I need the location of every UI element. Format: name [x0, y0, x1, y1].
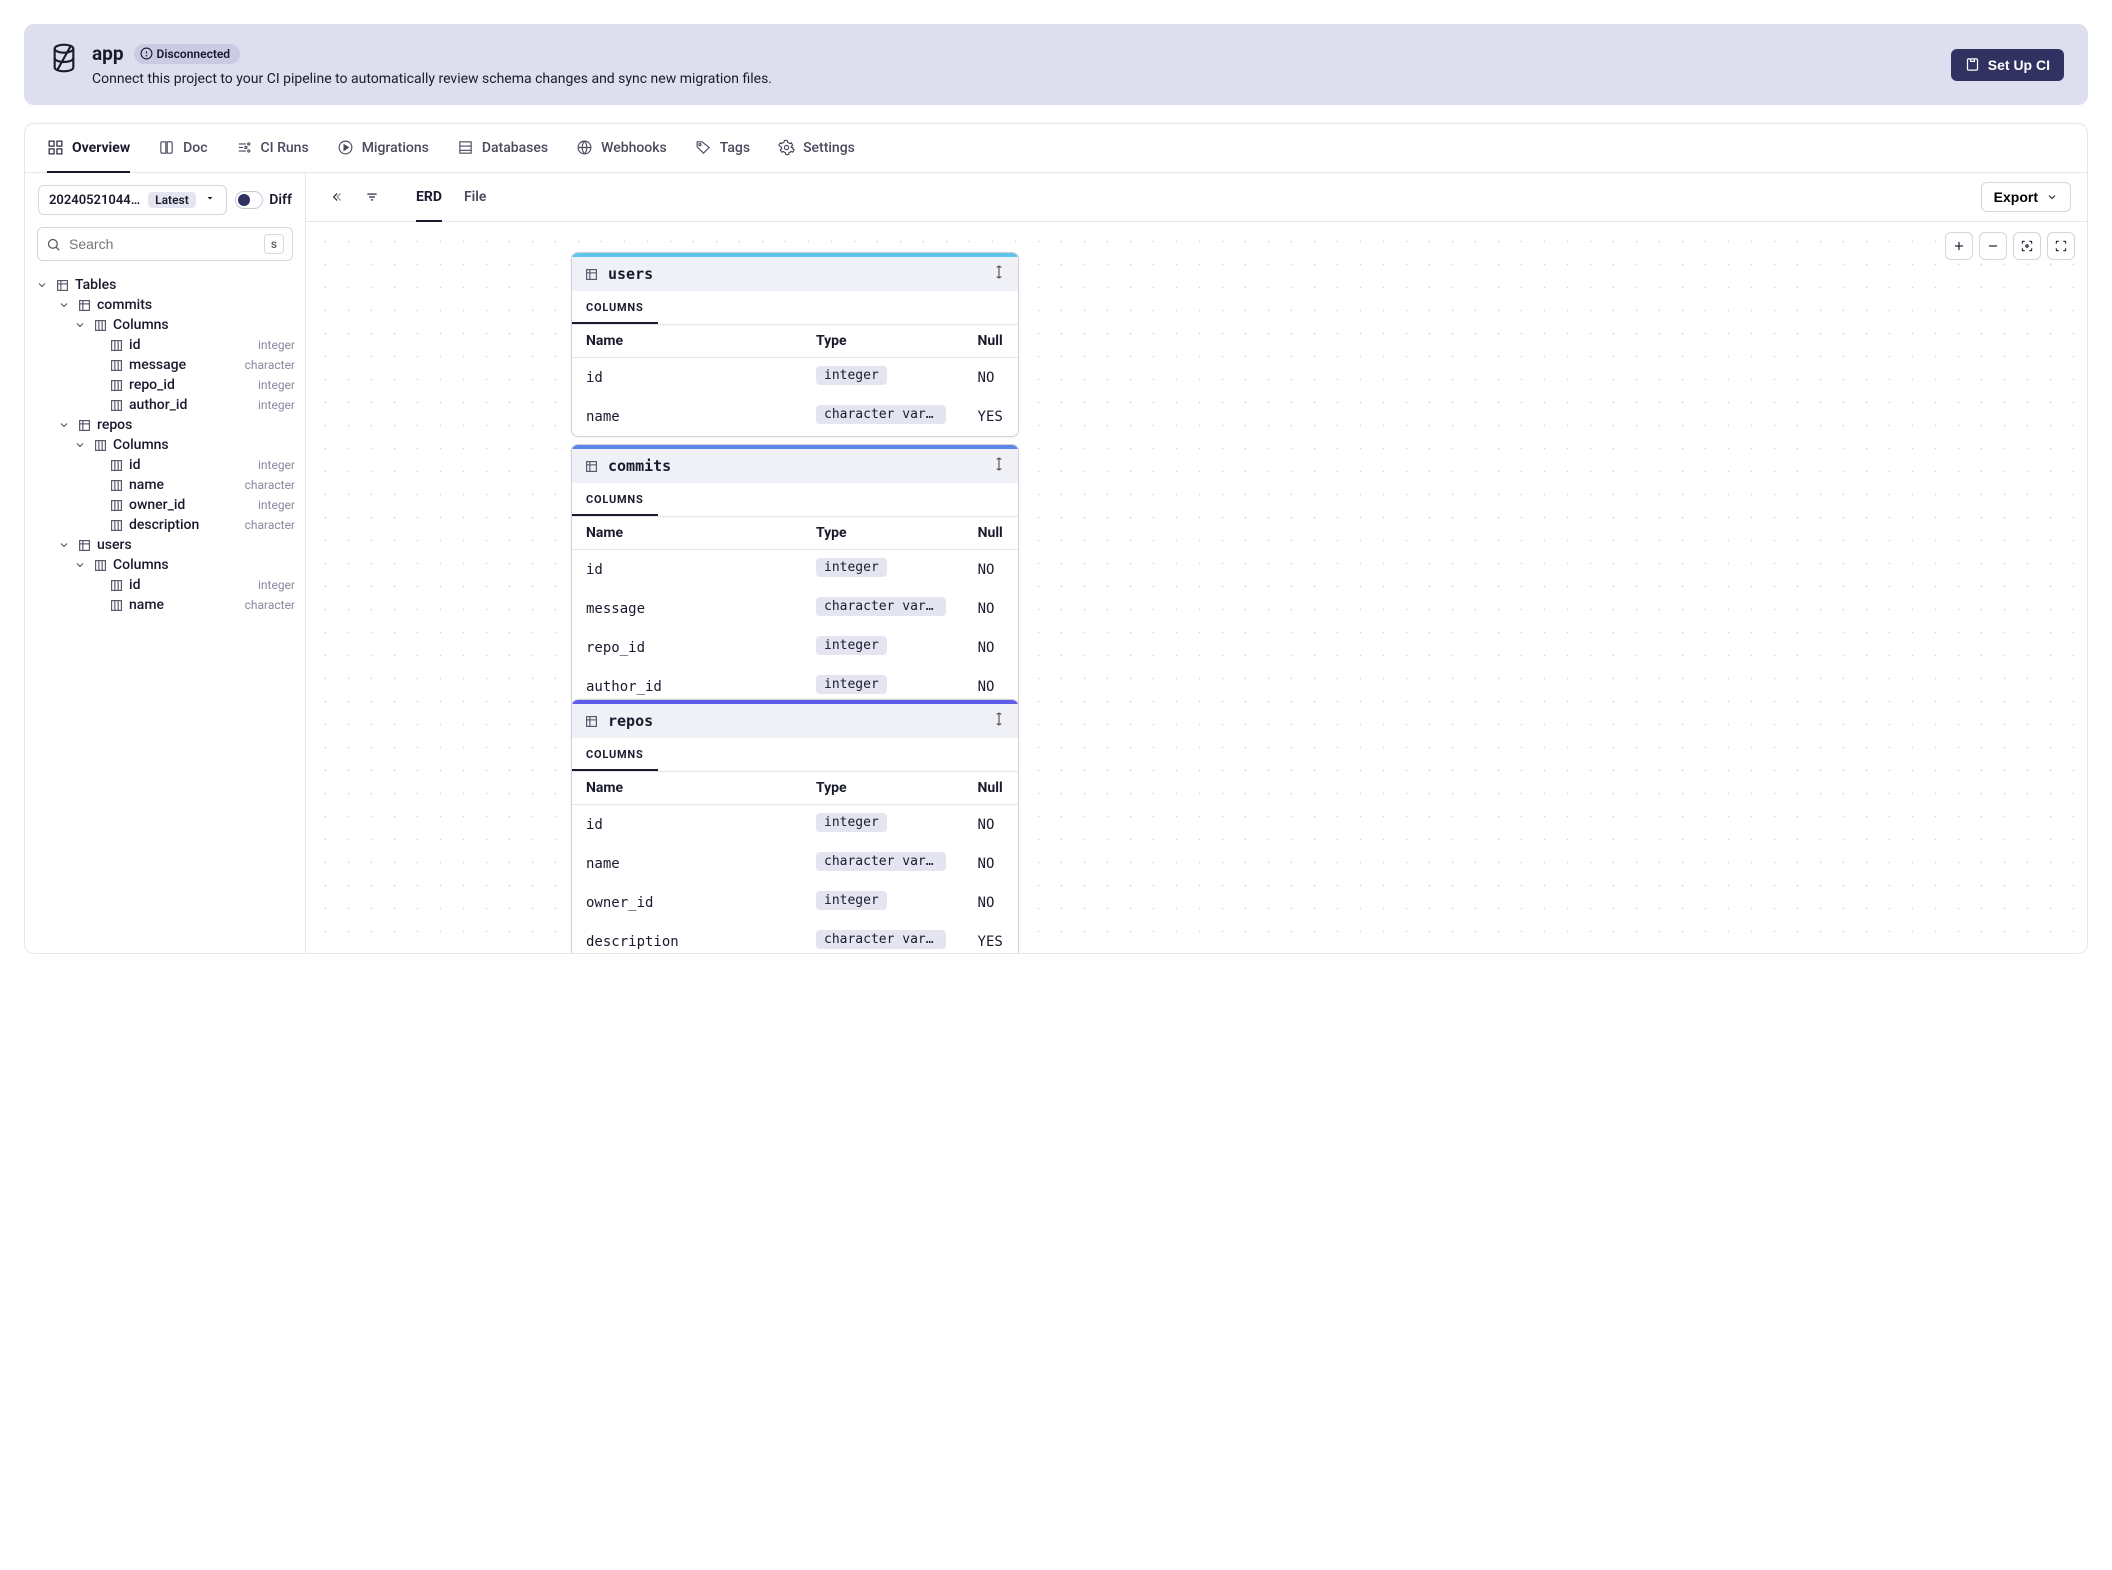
- table-icon: [584, 267, 598, 281]
- search-input[interactable]: s: [37, 227, 293, 261]
- tree-columns-commits[interactable]: Columns: [35, 315, 295, 335]
- tree-table-repos[interactable]: repos: [35, 415, 295, 435]
- ci-banner: app Disconnected Connect this project to…: [24, 24, 2088, 105]
- tree-column[interactable]: messagecharacter: [35, 355, 295, 375]
- table-row[interactable]: repo_idintegerNO: [572, 628, 1018, 667]
- tree-columns-repos[interactable]: Columns: [35, 435, 295, 455]
- table-icon: [584, 459, 598, 473]
- columns-icon: [109, 518, 123, 532]
- top-tabs: Overview Doc CI Runs Migrations Databases Web…: [25, 124, 2087, 173]
- table-icon: [77, 298, 91, 312]
- columns-icon: [109, 378, 123, 392]
- caret-down-icon: [204, 192, 216, 208]
- tree-root[interactable]: Tables: [35, 275, 295, 295]
- tree-table-users[interactable]: users: [35, 535, 295, 555]
- table-row[interactable]: namecharacter varyi…YES: [572, 397, 1018, 436]
- tab-overview[interactable]: Overview: [47, 124, 130, 173]
- columns-icon: [109, 598, 123, 612]
- status-badge: Disconnected: [134, 44, 241, 64]
- table-row[interactable]: namecharacter varyi…NO: [572, 844, 1018, 883]
- banner-subtitle: Connect this project to your CI pipeline…: [92, 71, 772, 87]
- columns-icon: [93, 438, 107, 452]
- tree-column[interactable]: idinteger: [35, 335, 295, 355]
- expand-icon[interactable]: [992, 265, 1006, 283]
- erd-table-repos[interactable]: reposCOLUMNSNameTypeNullidintegerNOnamec…: [571, 699, 1019, 953]
- fullscreen-button[interactable]: [2047, 232, 2075, 260]
- tree-column[interactable]: descriptioncharacter: [35, 515, 295, 535]
- expand-icon[interactable]: [992, 712, 1006, 730]
- table-row[interactable]: idintegerNO: [572, 358, 1018, 398]
- table-icon: [55, 278, 69, 292]
- tab-databases[interactable]: Databases: [457, 124, 548, 173]
- columns-icon: [109, 458, 123, 472]
- zoom-in-button[interactable]: [1945, 232, 1973, 260]
- chevron-down-icon[interactable]: [57, 418, 71, 432]
- chevron-down-icon[interactable]: [73, 438, 87, 452]
- tab-migrations[interactable]: Migrations: [337, 124, 429, 173]
- columns-icon: [109, 338, 123, 352]
- columns-icon: [109, 398, 123, 412]
- tree-column[interactable]: namecharacter: [35, 475, 295, 495]
- tab-webhooks[interactable]: Webhooks: [576, 124, 667, 173]
- chevron-down-icon[interactable]: [35, 278, 49, 292]
- table-row[interactable]: owner_idintegerNO: [572, 883, 1018, 922]
- table-row[interactable]: idintegerNO: [572, 550, 1018, 590]
- tree-column[interactable]: idinteger: [35, 455, 295, 475]
- tree-column[interactable]: idinteger: [35, 575, 295, 595]
- tree-column[interactable]: author_idinteger: [35, 395, 295, 415]
- chevron-down-icon[interactable]: [57, 538, 71, 552]
- export-button[interactable]: Export: [1981, 182, 2071, 212]
- tables-tree: TablescommitsColumnsidintegermessagechar…: [25, 271, 305, 635]
- tab-tags[interactable]: Tags: [695, 124, 750, 173]
- tree-table-commits[interactable]: commits: [35, 295, 295, 315]
- table-icon: [77, 418, 91, 432]
- project-title: app: [92, 42, 124, 65]
- columns-icon: [109, 478, 123, 492]
- setup-ci-button[interactable]: Set Up CI: [1951, 49, 2064, 81]
- canvas-tab-file[interactable]: File: [464, 174, 487, 222]
- canvas: ERDFile Export usersCOL: [306, 173, 2087, 953]
- table-row[interactable]: messagecharacter varyi…NO: [572, 589, 1018, 628]
- tree-column[interactable]: repo_idinteger: [35, 375, 295, 395]
- diff-toggle[interactable]: Diff: [235, 191, 292, 209]
- database-icon: [48, 42, 80, 78]
- tab-doc[interactable]: Doc: [158, 124, 207, 173]
- erd-table-commits[interactable]: commitsCOLUMNSNameTypeNullidintegerNOmes…: [571, 444, 1019, 707]
- expand-icon[interactable]: [992, 457, 1006, 475]
- columns-icon: [109, 358, 123, 372]
- chevron-down-icon[interactable]: [73, 318, 87, 332]
- columns-icon: [93, 318, 107, 332]
- chevron-down-icon[interactable]: [73, 558, 87, 572]
- focus-button[interactable]: [2013, 232, 2041, 260]
- table-row[interactable]: descriptioncharacter varyi…YES: [572, 922, 1018, 953]
- tab-ciruns[interactable]: CI Runs: [236, 124, 309, 173]
- tab-settings[interactable]: Settings: [778, 124, 855, 173]
- chevron-down-icon: [2046, 191, 2058, 203]
- main-card: Overview Doc CI Runs Migrations Databases Web…: [24, 123, 2088, 954]
- columns-icon: [93, 558, 107, 572]
- sidebar: 20240521044… Latest Diff: [25, 173, 306, 953]
- table-row[interactable]: idintegerNO: [572, 805, 1018, 845]
- version-selector[interactable]: 20240521044… Latest: [38, 185, 227, 215]
- columns-icon: [109, 578, 123, 592]
- filter-button[interactable]: [358, 183, 386, 211]
- columns-icon: [109, 498, 123, 512]
- erd-table-users[interactable]: usersCOLUMNSNameTypeNullidintegerNOnamec…: [571, 252, 1019, 437]
- tree-column[interactable]: namecharacter: [35, 595, 295, 615]
- chevron-down-icon[interactable]: [57, 298, 71, 312]
- tree-column[interactable]: owner_idinteger: [35, 495, 295, 515]
- table-icon: [77, 538, 91, 552]
- collapse-sidebar-button[interactable]: [322, 183, 350, 211]
- zoom-out-button[interactable]: [1979, 232, 2007, 260]
- canvas-tab-erd[interactable]: ERD: [416, 174, 442, 222]
- tree-columns-users[interactable]: Columns: [35, 555, 295, 575]
- table-icon: [584, 714, 598, 728]
- search-icon: [46, 237, 61, 252]
